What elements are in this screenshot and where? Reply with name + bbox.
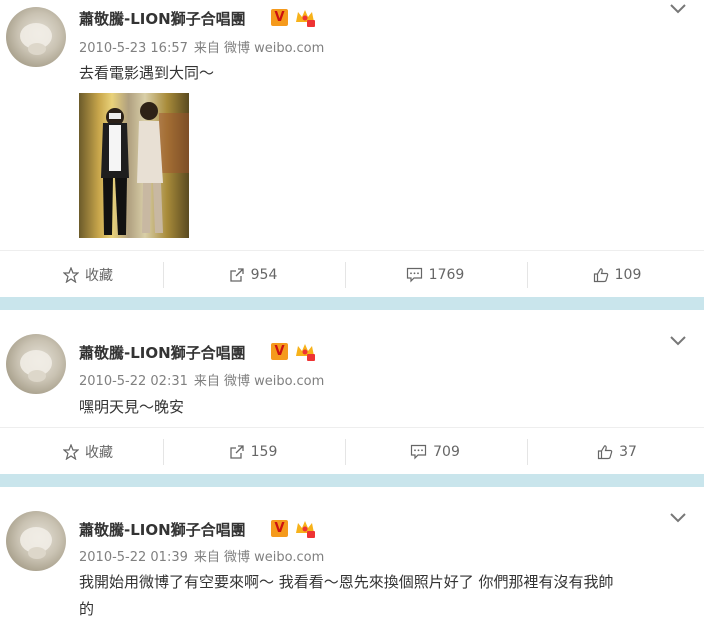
divider bbox=[163, 439, 164, 465]
comment-icon bbox=[411, 444, 427, 459]
action-bar: 收藏 159 709 37 bbox=[0, 427, 704, 475]
thumbs-up-icon bbox=[593, 267, 608, 282]
post-text: 去看電影遇到大同～ bbox=[79, 64, 215, 82]
favorite-label: 收藏 bbox=[85, 444, 113, 461]
share-icon bbox=[229, 267, 244, 282]
verified-icon: V bbox=[271, 343, 288, 360]
crown-icon bbox=[296, 10, 315, 27]
author-name[interactable]: 蕭敬騰-LION獅子合唱團 bbox=[79, 519, 246, 540]
divider bbox=[527, 439, 528, 465]
post-card: 蕭敬騰-LION獅子合唱團 V 2010-5-22 01:39 来自 微博 wei… bbox=[0, 487, 704, 626]
author-name[interactable]: 蕭敬騰-LION獅子合唱團 bbox=[79, 342, 246, 363]
post-source: 来自 微博 weibo.com bbox=[193, 41, 325, 56]
divider bbox=[345, 262, 346, 288]
post-meta: 2010-5-22 01:39 来自 微博 weibo.com bbox=[79, 546, 330, 565]
post-date[interactable]: 2010-5-22 02:31 bbox=[79, 374, 188, 389]
post-text-line: 的 bbox=[79, 600, 95, 618]
repost-count: 954 bbox=[250, 266, 278, 283]
thumbs-up-icon bbox=[597, 444, 613, 459]
like-button[interactable]: 109 bbox=[529, 251, 704, 298]
share-icon bbox=[229, 444, 244, 459]
favorite-button[interactable]: 收藏 bbox=[0, 251, 176, 298]
like-count: 109 bbox=[614, 266, 642, 283]
post-meta: 2010-5-23 16:57 来自 微博 weibo.com bbox=[79, 37, 330, 56]
post-date[interactable]: 2010-5-23 16:57 bbox=[79, 41, 188, 56]
action-bar: 收藏 954 1769 109 bbox=[0, 250, 704, 298]
post-date[interactable]: 2010-5-22 01:39 bbox=[79, 550, 188, 565]
repost-count: 159 bbox=[250, 443, 278, 460]
divider bbox=[527, 262, 528, 288]
comment-count: 1769 bbox=[428, 266, 465, 283]
avatar[interactable] bbox=[6, 7, 66, 67]
like-count: 37 bbox=[619, 443, 637, 460]
repost-button[interactable]: 954 bbox=[165, 251, 341, 298]
comment-count: 709 bbox=[433, 443, 460, 460]
chevron-down-icon[interactable] bbox=[670, 4, 686, 14]
post-card: 蕭敬騰-LION獅子合唱團 V 2010-5-22 02:31 来自 微博 wei… bbox=[0, 310, 704, 474]
divider bbox=[163, 262, 164, 288]
post-source: 来自 微博 weibo.com bbox=[193, 550, 325, 565]
post-meta: 2010-5-22 02:31 来自 微博 weibo.com bbox=[79, 370, 330, 389]
crown-icon bbox=[296, 344, 315, 361]
verified-icon: V bbox=[271, 9, 288, 26]
post-image[interactable] bbox=[79, 93, 189, 238]
post-text: 嘿明天見～晚安 bbox=[79, 398, 185, 416]
post-source: 来自 微博 weibo.com bbox=[193, 374, 325, 389]
favorite-button[interactable]: 收藏 bbox=[0, 428, 176, 475]
comment-button[interactable]: 709 bbox=[347, 428, 523, 475]
repost-button[interactable]: 159 bbox=[165, 428, 341, 475]
like-button[interactable]: 37 bbox=[529, 428, 704, 475]
post-text-line: 我開始用微博了有空要來啊～ 我看看～恩先來換個照片好了 你們那裡有沒有我帥 bbox=[79, 573, 614, 591]
avatar[interactable] bbox=[6, 511, 66, 571]
chevron-down-icon[interactable] bbox=[670, 513, 686, 523]
star-icon bbox=[63, 266, 79, 283]
star-icon bbox=[63, 443, 79, 460]
comment-icon bbox=[406, 267, 422, 282]
post-card: 蕭敬騰-LION獅子合唱團 V 2010-5-23 16:57 来自 微博 wei… bbox=[0, 0, 704, 297]
comment-button[interactable]: 1769 bbox=[347, 251, 523, 298]
verified-icon: V bbox=[271, 520, 288, 537]
favorite-label: 收藏 bbox=[85, 267, 113, 284]
author-name[interactable]: 蕭敬騰-LION獅子合唱團 bbox=[79, 8, 246, 29]
avatar[interactable] bbox=[6, 334, 66, 394]
divider bbox=[345, 439, 346, 465]
post-text: 我開始用微博了有空要來啊～ 我看看～恩先來換個照片好了 你們那裡有沒有我帥 的 bbox=[79, 569, 694, 623]
chevron-down-icon[interactable] bbox=[670, 336, 686, 346]
photo-illustration bbox=[101, 102, 189, 235]
crown-icon bbox=[296, 521, 315, 538]
